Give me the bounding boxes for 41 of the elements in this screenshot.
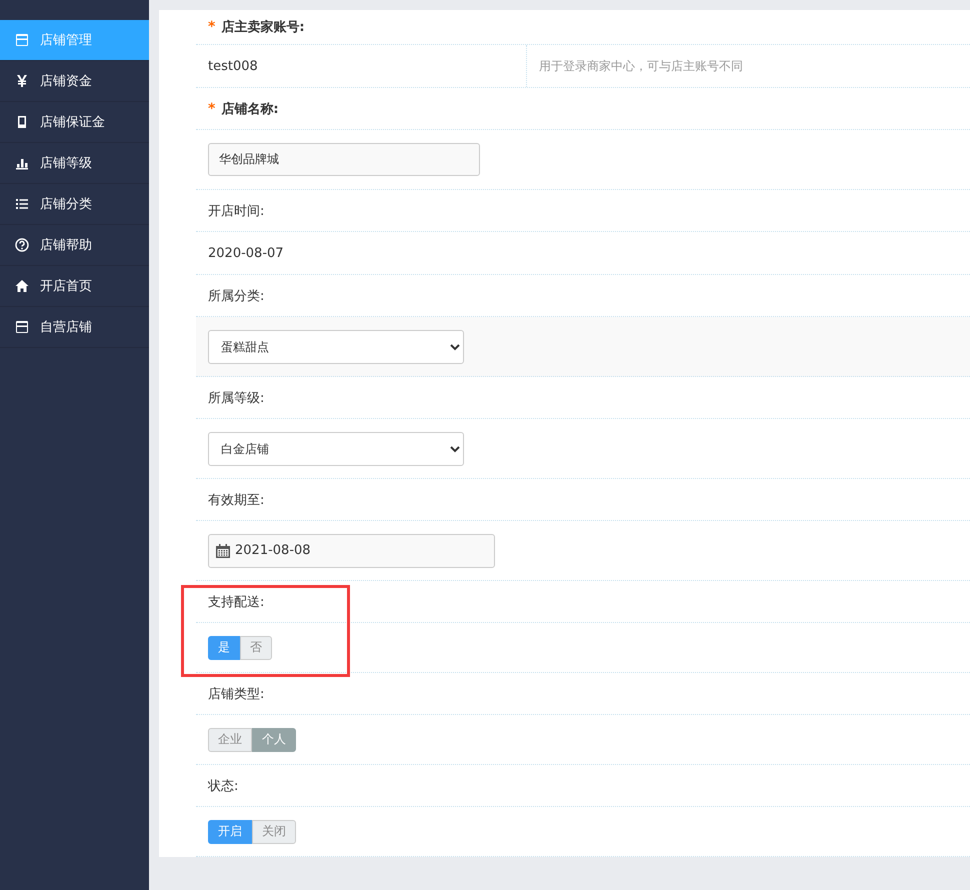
sidebar-label: 自营店铺 <box>40 319 92 336</box>
date-value: 2021-08-08 <box>235 543 311 558</box>
field-value: test008 <box>208 58 258 74</box>
field-value: 2020-08-07 <box>208 246 284 260</box>
list-icon <box>15 197 29 211</box>
sidebar-item[interactable]: 店铺资金 <box>0 61 149 102</box>
required-mark: * <box>208 100 216 116</box>
help-icon <box>15 238 29 252</box>
sidebar-label: 店铺帮助 <box>40 237 92 254</box>
field-label: 店铺类型: <box>208 686 264 702</box>
field-label: 状态: <box>208 778 238 794</box>
input-field[interactable]: 华创品牌城 <box>208 143 480 176</box>
field-label: 所属等级: <box>208 390 264 406</box>
field-label: 所属分类: <box>208 288 264 304</box>
yen-icon <box>15 74 29 88</box>
bar-chart-icon <box>15 156 29 170</box>
sidebar-label: 开店首页 <box>40 278 92 295</box>
select-dropdown[interactable]: 蛋糕甜点 <box>208 330 464 364</box>
sidebar-item[interactable]: 店铺保证金 <box>0 102 149 143</box>
sidebar-label: 店铺等级 <box>40 155 92 172</box>
sidebar-item[interactable]: 开店首页 <box>0 266 149 307</box>
date-field[interactable]: 2021-08-08 <box>208 534 495 568</box>
select-dropdown[interactable]: 白金店铺 <box>208 432 464 466</box>
sidebar-label: 店铺分类 <box>40 196 92 213</box>
required-mark: * <box>208 19 216 35</box>
sidebar-label: 店铺管理 <box>40 32 92 49</box>
field-hint: 用于登录商家中心，可与店主账号不同 <box>538 58 743 74</box>
tablet-icon <box>15 115 29 129</box>
sidebar-item[interactable]: 店铺等级 <box>0 143 149 184</box>
sidebar-item[interactable]: 店铺分类 <box>0 184 149 225</box>
field-label: 有效期至: <box>208 492 264 508</box>
sidebar-item[interactable]: 自营店铺 <box>0 307 149 348</box>
calendar-icon <box>215 542 231 558</box>
field-label: 支持配送: <box>208 594 264 610</box>
sidebar-item[interactable]: 店铺帮助 <box>0 225 149 266</box>
sidebar-label: 店铺资金 <box>40 73 92 90</box>
home-icon <box>15 279 29 293</box>
sidebar-label: 店铺保证金 <box>40 114 105 131</box>
field-label: 店主卖家账号: <box>221 18 305 36</box>
field-label: 店铺名称: <box>221 100 279 118</box>
field-label: 开店时间: <box>208 202 264 220</box>
